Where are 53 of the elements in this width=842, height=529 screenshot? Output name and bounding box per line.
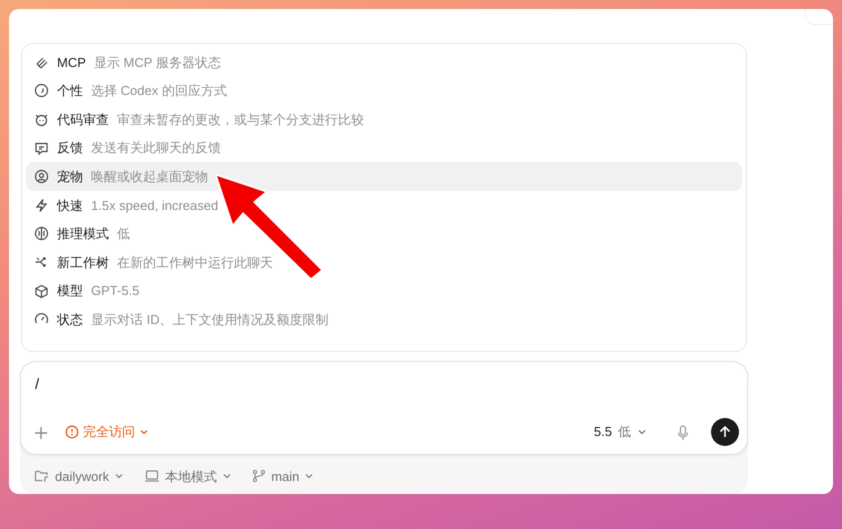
command-icon [34, 83, 49, 98]
chevron-down-icon [139, 427, 149, 437]
command-icon [34, 226, 49, 242]
project-dropdown[interactable]: dailywork [34, 466, 124, 486]
mode-dropdown[interactable]: 本地模式 [144, 466, 232, 486]
command-icon [34, 112, 49, 127]
command-name: 个性 [57, 82, 83, 100]
menu-item[interactable]: 宠物 唤醒或收起桌面宠物 [26, 162, 742, 191]
command-icon [34, 169, 49, 184]
command-description: 1.5x speed, increased [91, 196, 218, 215]
warning-icon [65, 425, 79, 439]
branch-dropdown[interactable]: main [252, 466, 314, 486]
command-description: 低 [117, 225, 130, 244]
command-icon [34, 284, 49, 299]
command-name: MCP [57, 54, 86, 72]
command-name: 新工作树 [57, 254, 109, 272]
command-name: 宠物 [57, 168, 83, 186]
menu-item[interactable]: 个性 选择 Codex 的回应方式 [26, 76, 742, 106]
menu-item[interactable]: MCP 显示 MCP 服务器状态 [26, 48, 742, 77]
menu-item[interactable]: 状态 显示对话 ID、上下文使用情况及额度限制 [26, 305, 742, 334]
command-icon [34, 140, 49, 156]
command-name: 推理模式 [57, 225, 109, 244]
command-name: 代码审查 [57, 110, 109, 129]
command-name: 反馈 [57, 139, 83, 158]
menu-item[interactable]: 模型 GPT-5.5 [26, 276, 742, 306]
command-icon [34, 198, 49, 213]
arrow-up-icon [718, 425, 732, 439]
menu-item[interactable]: 快速 1.5x speed, increased [26, 190, 742, 220]
command-description: 审查未暂存的更改，或与某个分支进行比较 [117, 110, 364, 129]
branch-icon [252, 469, 266, 484]
command-description: 发送有关此聊天的反馈 [91, 139, 221, 158]
menu-item[interactable]: 代码审查 审查未暂存的更改，或与某个分支进行比较 [26, 105, 742, 134]
command-description: 选择 Codex 的回应方式 [91, 82, 227, 100]
chevron-down-icon [637, 427, 647, 437]
command-description: GPT-5.5 [91, 282, 140, 300]
send-button[interactable] [711, 418, 739, 446]
prompt-input[interactable]: / [35, 374, 40, 396]
model-dropdown[interactable]: 5.5 低 [594, 422, 647, 442]
menu-item[interactable]: 反馈 发送有关此聊天的反馈 [26, 134, 742, 162]
menu-item[interactable]: 推理模式 低 [26, 220, 742, 248]
command-name: 模型 [57, 282, 83, 300]
menu-item[interactable]: 新工作树 在新的工作树中运行此聊天 [26, 248, 742, 277]
window-corner [805, 9, 833, 25]
command-description: 在新的工作树中运行此聊天 [117, 254, 273, 272]
laptop-icon [144, 469, 160, 484]
command-description: 显示 MCP 服务器状态 [94, 54, 221, 72]
command-description: 唤醒或收起桌面宠物 [91, 168, 208, 186]
access-dropdown[interactable]: 完全访问 [65, 422, 149, 442]
command-icon [34, 54, 49, 70]
folder-icon [34, 469, 50, 484]
command-name: 状态 [57, 310, 83, 329]
command-name: 快速 [57, 196, 83, 215]
command-description: 显示对话 ID、上下文使用情况及额度限制 [91, 310, 329, 329]
